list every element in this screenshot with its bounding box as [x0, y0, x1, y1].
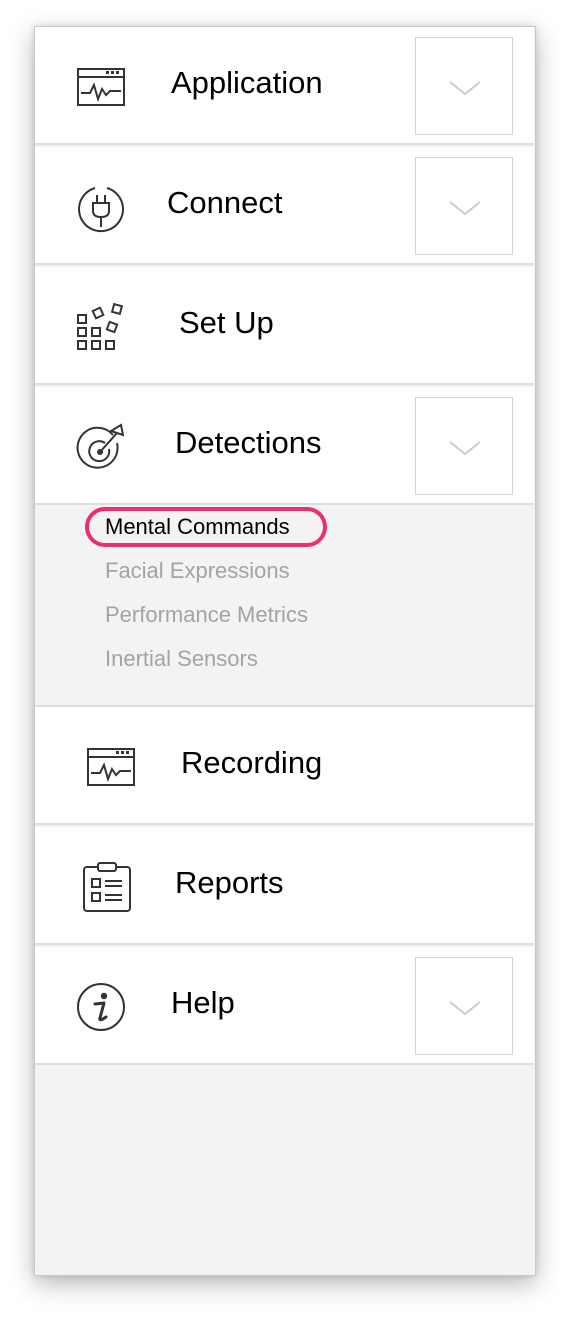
plug-icon	[78, 187, 124, 233]
expand-application-button[interactable]	[415, 37, 513, 135]
target-icon	[76, 423, 125, 469]
grid-blocks-icon	[77, 302, 124, 350]
menu-item-label: Connect	[167, 185, 283, 220]
clipboard-icon	[83, 862, 131, 912]
menu-item-label: Reports	[175, 865, 284, 900]
menu-item-setup[interactable]: Set Up	[35, 267, 534, 385]
expand-connect-button[interactable]	[415, 157, 513, 255]
detections-submenu: Mental Commands Facial Expressions Perfo…	[35, 505, 534, 705]
monitor-waveform-icon	[77, 68, 125, 106]
menu-item-label: Set Up	[179, 305, 274, 340]
chevron-down-icon	[449, 81, 481, 96]
menu-item-application[interactable]: Application	[35, 27, 534, 145]
chevron-down-icon	[449, 201, 481, 216]
menu-item-label: Application	[171, 65, 323, 100]
menu-item-label: Detections	[175, 425, 322, 460]
submenu-item-performance-metrics[interactable]: Performance Metrics	[105, 602, 308, 628]
menu-item-label: Recording	[181, 745, 323, 780]
menu-item-recording[interactable]: Recording	[35, 707, 534, 825]
chevron-down-icon	[449, 441, 481, 456]
info-icon	[77, 983, 125, 1031]
submenu-item-mental-commands[interactable]: Mental Commands	[105, 514, 290, 540]
submenu-item-inertial-sensors[interactable]: Inertial Sensors	[105, 646, 258, 672]
chevron-down-icon	[449, 1001, 481, 1016]
navigation-panel: Application Connect Set Up Detections Me…	[34, 26, 536, 1276]
menu-item-reports[interactable]: Reports	[35, 827, 534, 945]
menu-item-label: Help	[171, 985, 235, 1020]
menu-item-help[interactable]: Help	[35, 947, 534, 1065]
submenu-item-facial-expressions[interactable]: Facial Expressions	[105, 558, 290, 584]
menu-item-detections[interactable]: Detections	[35, 387, 534, 505]
monitor-waveform-icon	[87, 748, 135, 786]
menu-item-connect[interactable]: Connect	[35, 147, 534, 265]
expand-help-button[interactable]	[415, 957, 513, 1055]
expand-detections-button[interactable]	[415, 397, 513, 495]
